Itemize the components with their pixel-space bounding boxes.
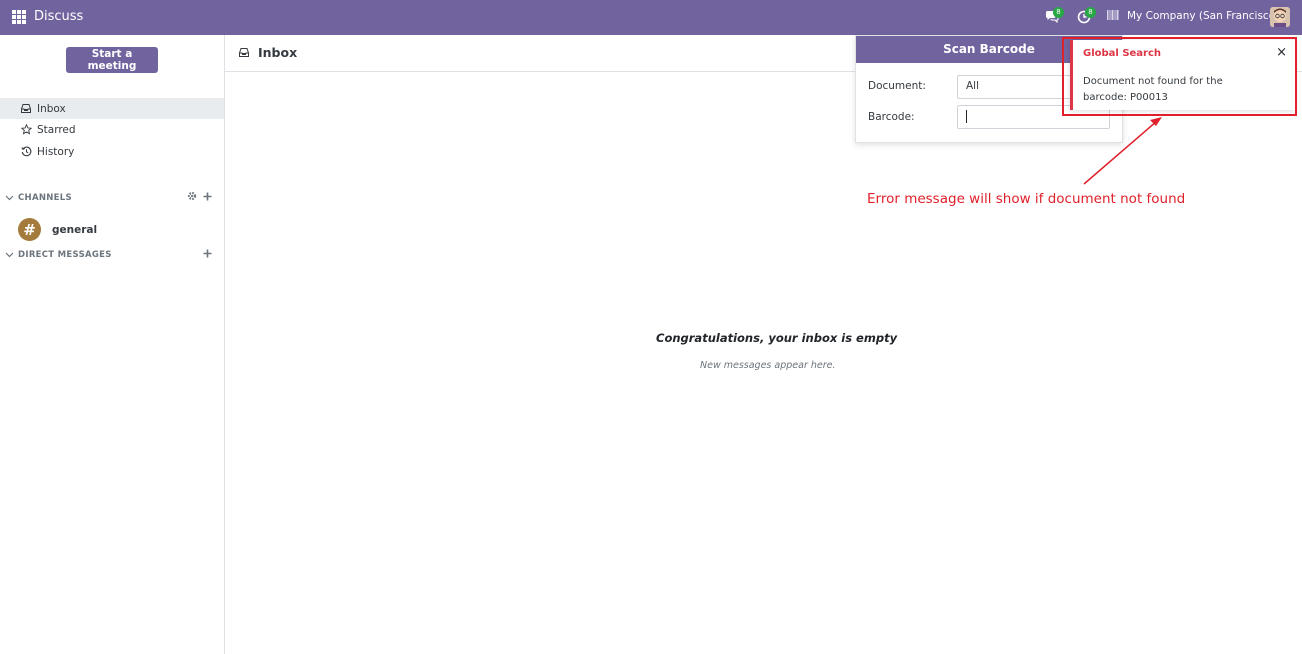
- thread-title-label: Inbox: [258, 45, 298, 60]
- document-label: Document:: [868, 80, 926, 92]
- app-grid-icon[interactable]: [12, 10, 26, 24]
- sidebar-item-label: History: [37, 145, 75, 158]
- annotation-highlight-box: [1062, 37, 1297, 116]
- sidebar-item-inbox[interactable]: Inbox: [0, 98, 224, 119]
- discuss-sidebar: Start a meeting Inbox Starred History CH…: [0, 35, 225, 654]
- document-select-value: All: [966, 80, 980, 92]
- sidebar-item-label: Inbox: [37, 102, 66, 115]
- sidebar-item-history[interactable]: History: [0, 141, 224, 162]
- text-cursor: [966, 110, 967, 123]
- activities-badge: 8: [1085, 7, 1096, 18]
- thread-title: Inbox: [239, 45, 297, 60]
- channels-label: CHANNELS: [18, 193, 72, 203]
- top-navbar: Discuss 8 8 My Company (San Francisco): [0, 0, 1302, 35]
- chevron-down-icon[interactable]: [0, 195, 18, 201]
- add-channel-icon[interactable]: [203, 191, 212, 204]
- empty-inbox-subtitle: New messages appear here.: [700, 360, 836, 371]
- sidebar-item-label: Starred: [37, 123, 76, 136]
- empty-inbox-title: Congratulations, your inbox is empty: [656, 331, 898, 345]
- add-direct-message-icon[interactable]: [203, 248, 212, 261]
- inbox-icon: [239, 48, 249, 57]
- direct-messages-section-header[interactable]: DIRECT MESSAGES: [0, 247, 224, 263]
- channel-avatar: #: [18, 218, 41, 241]
- star-icon: [20, 124, 32, 135]
- channel-name: general: [52, 223, 98, 236]
- start-meeting-button[interactable]: Start a meeting: [66, 47, 158, 73]
- history-icon: [20, 146, 32, 157]
- user-avatar[interactable]: [1270, 7, 1290, 27]
- company-switcher[interactable]: My Company (San Francisco): [1127, 10, 1279, 22]
- barcode-label: Barcode:: [868, 111, 915, 123]
- annotation-text: Error message will show if document not …: [867, 191, 1186, 207]
- app-title[interactable]: Discuss: [34, 9, 83, 24]
- chevron-down-icon[interactable]: [0, 252, 18, 258]
- channel-item-general[interactable]: # general: [18, 218, 97, 241]
- channels-section-header[interactable]: CHANNELS: [0, 190, 224, 206]
- sidebar-item-starred[interactable]: Starred: [0, 119, 224, 140]
- direct-messages-label: DIRECT MESSAGES: [18, 250, 112, 260]
- messages-icon[interactable]: 8: [1045, 7, 1064, 24]
- gear-icon[interactable]: [187, 191, 197, 204]
- messages-badge: 8: [1053, 7, 1064, 18]
- activity-clock-icon[interactable]: 8: [1077, 7, 1096, 24]
- inbox-icon: [20, 104, 32, 113]
- barcode-icon[interactable]: [1107, 10, 1123, 24]
